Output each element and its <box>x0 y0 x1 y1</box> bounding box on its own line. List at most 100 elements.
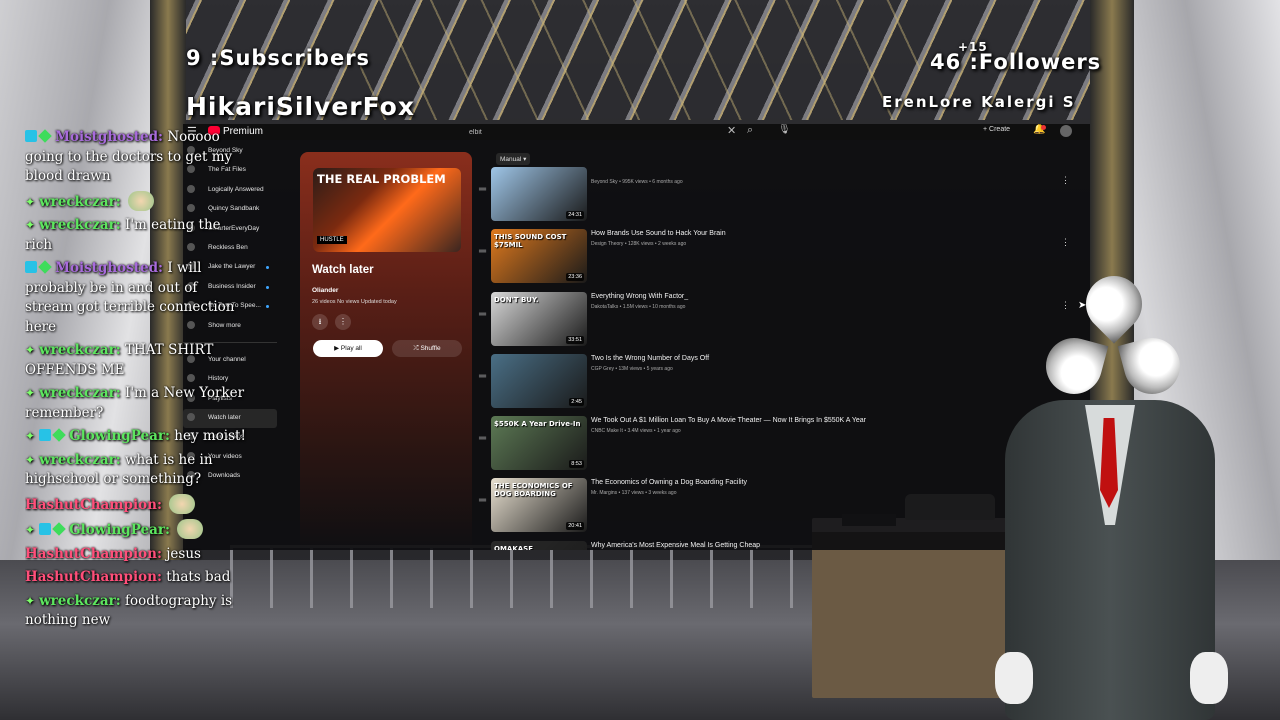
chat-message: Moistghosted: Nooooo going to the doctor… <box>25 128 247 187</box>
star-badge-icon: ✦ <box>25 194 36 209</box>
chat-username[interactable]: Moistghosted: <box>55 129 163 145</box>
subscriber-badge-icon <box>39 429 52 441</box>
vtuber-body <box>985 390 1235 720</box>
video-title[interactable]: How Brands Use Sound to Hack Your Brain <box>591 230 726 237</box>
video-duration: 8:53 <box>569 460 584 469</box>
star-badge-icon: ✦ <box>25 523 36 537</box>
chat-username[interactable]: wreckczar: <box>39 194 121 210</box>
playlist-owner[interactable]: Oliander <box>312 287 338 294</box>
video-thumbnail[interactable]: OMAKASE <box>491 540 587 550</box>
create-button[interactable]: + Create <box>983 126 1010 133</box>
chat-username[interactable]: wreckczar: <box>39 342 121 358</box>
chat-message: ✦ GlowingPear: <box>25 519 247 541</box>
drag-handle-icon[interactable]: ═ <box>479 371 486 382</box>
video-title[interactable]: We Took Out A $1 Million Loan To Buy A M… <box>591 417 866 424</box>
shuffle-button[interactable]: ⤮ Shuffle <box>392 340 462 357</box>
chat-username[interactable]: GlowingPear: <box>69 522 170 538</box>
chat-username[interactable]: Moistghosted: <box>55 260 163 276</box>
chat-message: ✦ wreckczar: I'm a New Yorker remember? <box>25 384 247 423</box>
playlist-thumb-tag: HUSTLE <box>317 236 347 244</box>
create-label: Create <box>989 126 1011 133</box>
thumbnail-text: OMAKASE <box>494 544 533 550</box>
account-avatar[interactable] <box>1060 125 1072 137</box>
follower-ticker: ErenLore Kalergi S <box>882 93 1076 111</box>
chat-message: ✦ wreckczar: foodtography is nothing new <box>25 592 247 631</box>
video-title[interactable]: The Economics of Owning a Dog Boarding F… <box>591 479 747 486</box>
search-input[interactable] <box>463 126 755 138</box>
chat-text: thats bad <box>166 569 231 585</box>
video-row[interactable]: ═ THIS SOUND COST $75MIL 23:36 How Brands U… <box>477 229 1077 291</box>
follower-count: 46 :Followers <box>930 50 1102 74</box>
chat-username[interactable]: HashutChampion: <box>25 497 162 513</box>
video-row[interactable]: ═ 24:31 Beyond Sky • 995K views • 6 months… <box>477 167 1077 229</box>
glove-right <box>1190 652 1228 704</box>
chat-emote-icon <box>177 519 204 539</box>
video-duration: 2:45 <box>569 397 584 406</box>
chat-username[interactable]: wreckczar: <box>39 217 121 233</box>
playlist-thumbnail[interactable]: THE REAL PROBLEM HUSTLE <box>313 168 461 252</box>
gem-badge-icon <box>52 522 66 536</box>
chat-text: hey moist! <box>174 428 246 444</box>
more-options-icon[interactable]: ⋮ <box>1061 175 1070 186</box>
download-icon[interactable]: ⭳ <box>312 314 328 330</box>
star-badge-icon: ✦ <box>25 429 36 443</box>
chat-username[interactable]: wreckczar: <box>39 452 121 468</box>
video-thumbnail[interactable]: $550K A Year Drive-In 8:53 <box>491 416 587 471</box>
chat-username[interactable]: wreckczar: <box>39 385 121 401</box>
star-badge-icon: ✦ <box>25 343 36 357</box>
chat-message: ✦ wreckczar: <box>25 190 247 213</box>
clear-search-icon[interactable]: ✕ <box>727 124 736 137</box>
drag-handle-icon[interactable]: ═ <box>479 309 486 320</box>
drag-handle-icon[interactable]: ═ <box>479 495 486 506</box>
chat-username[interactable]: HashutChampion: <box>25 546 162 562</box>
chat-username[interactable]: HashutChampion: <box>25 569 162 585</box>
streamer-name: HikariSilverFox <box>186 92 415 121</box>
thumbnail-text: THIS SOUND COST $75MIL <box>494 233 567 250</box>
video-thumbnail[interactable]: 2:45 <box>491 353 587 408</box>
sort-dropdown[interactable]: Manual ▾ <box>496 153 531 165</box>
more-options-icon[interactable]: ⋮ <box>1061 237 1070 248</box>
video-meta: Beyond Sky • 995K views • 6 months ago <box>591 179 683 185</box>
video-duration: 20:41 <box>566 522 584 531</box>
mouse-cursor-icon: ➤ <box>1078 300 1087 311</box>
youtube-topbar: ☰ Premium ✕ ⌕ 🎙 + Create 🔔 <box>183 124 1090 140</box>
balcony-railing <box>230 545 830 608</box>
glove-left <box>995 652 1033 704</box>
star-badge-icon: ✦ <box>25 452 36 467</box>
video-thumbnail[interactable]: THIS SOUND COST $75MIL 23:36 <box>491 229 587 284</box>
video-meta: Mr. Margins • 137 views • 3 weeks ago <box>591 490 677 497</box>
video-duration: 24:31 <box>566 211 584 219</box>
playlist-title: Watch later <box>312 264 374 276</box>
drag-handle-icon[interactable]: ═ <box>479 184 486 195</box>
shuffle-label: Shuffle <box>420 345 441 352</box>
video-thumbnail[interactable]: THE ECONOMICS OF DOG BOARDING 20:41 <box>491 478 587 533</box>
subscriber-badge-icon <box>25 261 37 273</box>
video-title[interactable]: Two Is the Wrong Number of Days Off <box>591 355 709 362</box>
search-icon[interactable]: ⌕ <box>747 124 753 137</box>
video-title[interactable]: Why America's Most Expensive Meal Is Get… <box>591 542 760 549</box>
video-meta: CNBC Make It • 3.4M views • 1 year ago <box>591 428 681 435</box>
drag-handle-icon[interactable]: ═ <box>479 433 486 444</box>
youtube-window[interactable]: ☰ Premium ✕ ⌕ 🎙 + Create 🔔 Beyond SkyThe… <box>183 124 1090 550</box>
more-options-icon[interactable]: ⋮ <box>335 314 351 330</box>
chat-username[interactable]: GlowingPear: <box>69 428 170 444</box>
thumbnail-text: THE ECONOMICS OF DOG BOARDING <box>494 482 573 499</box>
play-all-button[interactable]: ▶ Play all <box>313 340 383 357</box>
notification-dot <box>1041 125 1046 130</box>
subscriber-count: 9 :Subscribers <box>186 46 371 70</box>
video-thumbnail[interactable]: 24:31 <box>491 167 587 221</box>
chat-message: HashutChampion: thats bad <box>25 568 247 588</box>
chat-emote-icon <box>169 493 196 514</box>
video-duration: 23:36 <box>566 273 584 282</box>
drag-handle-icon[interactable]: ═ <box>479 246 486 257</box>
video-row[interactable]: ═ DON'T BUY. 33:51 Everything Wrong With Fa… <box>477 291 1077 354</box>
chat-emote-icon <box>128 190 154 211</box>
chat-username[interactable]: wreckczar: <box>39 593 121 609</box>
sort-label: Manual <box>500 156 522 163</box>
microphone-icon[interactable]: 🎙 <box>778 124 791 135</box>
vtuber-head <box>1038 264 1187 406</box>
playlist-meta: 26 videos No views Updated today <box>312 299 397 305</box>
ceiling-decor-rays <box>360 0 920 120</box>
video-thumbnail[interactable]: DON'T BUY. 33:51 <box>491 291 587 346</box>
video-title[interactable]: Everything Wrong With Factor_ <box>591 293 688 300</box>
